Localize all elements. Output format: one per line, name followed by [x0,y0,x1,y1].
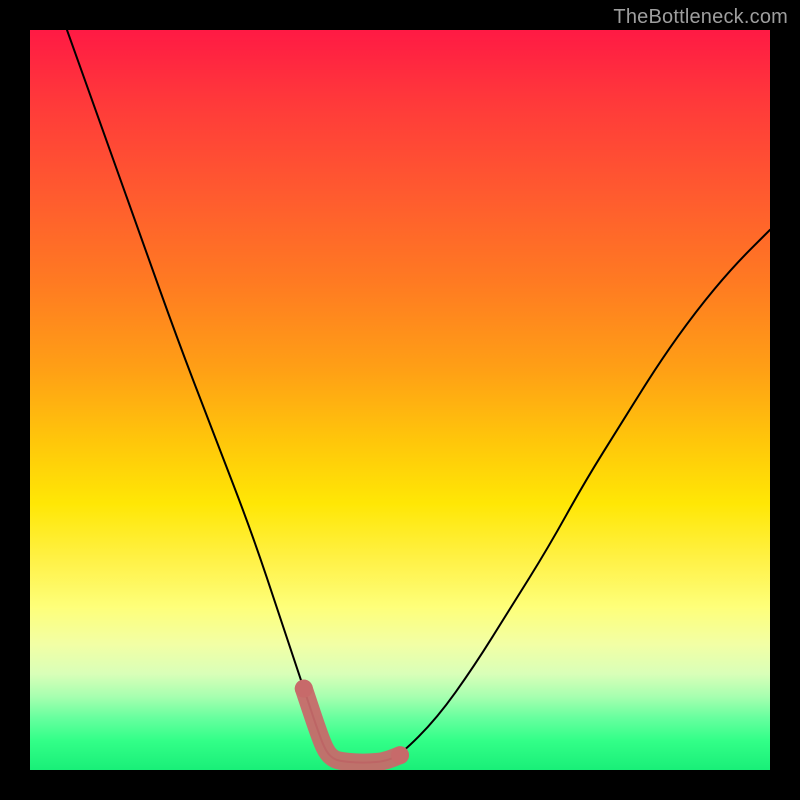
bottleneck-curve [30,30,770,770]
chart-frame: TheBottleneck.com [0,0,800,800]
watermark-text: TheBottleneck.com [613,6,788,29]
chart-plot-area [30,30,770,770]
